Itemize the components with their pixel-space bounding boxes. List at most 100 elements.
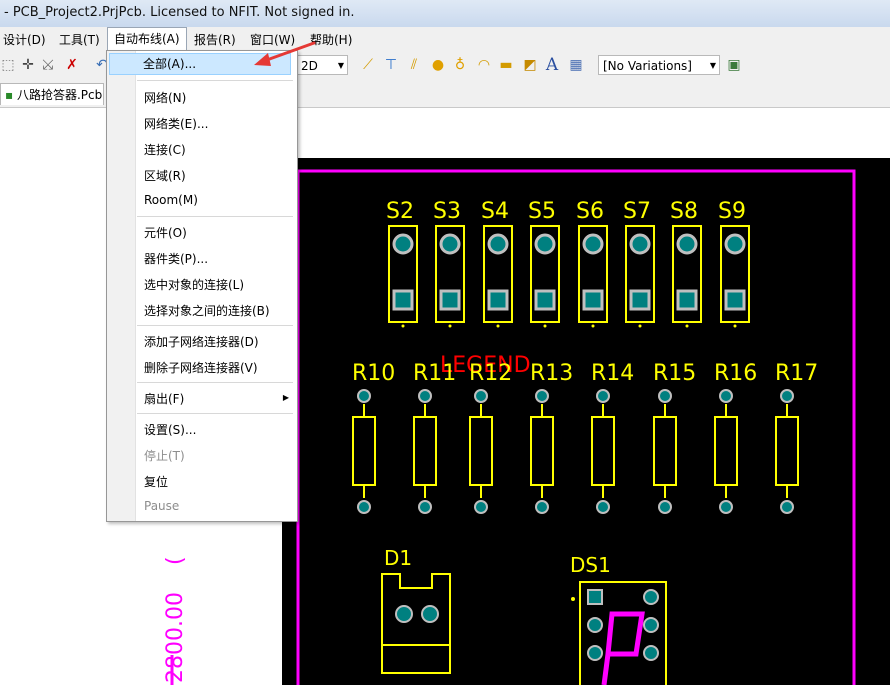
select-rect-icon[interactable]: ⬚: [0, 57, 16, 73]
switch-label: S5: [528, 199, 556, 224]
switch-label: S7: [623, 199, 651, 224]
menu-autoroute[interactable]: 自动布线(A): [107, 27, 187, 50]
menu-item-selected-connections[interactable]: 选中对象的连接(L): [144, 276, 244, 293]
resistor-label: R12: [469, 361, 512, 386]
diode-outline: [381, 573, 451, 674]
window-title: - PCB_Project2.PrjPcb. Licensed to NFIT.…: [4, 5, 355, 20]
tab-pcbdoc[interactable]: ▪ 八路抢答器.PcbDoc: [0, 83, 104, 105]
pcb-canvas: S2 S3 S4 S5 S6 S7 S8 S9 LEGEND R10 R11 R12 R13 R14 R…: [296, 169, 856, 688]
menu-item-room[interactable]: Room(M): [144, 193, 198, 207]
menu-design[interactable]: 设计(D): [3, 31, 46, 48]
switch-pad-square: [392, 289, 414, 311]
dimension-annotation: 2800.00 (: [163, 556, 188, 685]
resistor-label: R17: [775, 361, 818, 386]
switch-footprint: S2: [386, 199, 418, 328]
diff-pair-icon[interactable]: ⊤: [383, 57, 399, 73]
variations-select[interactable]: [No Variations] ▼: [598, 55, 720, 75]
switch-footprint: S9: [718, 199, 750, 328]
switch-pad: [439, 233, 461, 255]
dimension-value: 2800.00: [163, 592, 188, 683]
pin1-marker: [571, 597, 575, 601]
polygon-icon[interactable]: ◩: [522, 57, 538, 73]
switch-pad-square: [487, 289, 509, 311]
display-pad: [643, 645, 659, 661]
menu-item-component[interactable]: 元件(O): [144, 224, 187, 241]
resistor-pad: [357, 500, 371, 514]
interactive-route-icon[interactable]: ⟋: [360, 57, 376, 73]
annotation-arrow-icon: [254, 41, 316, 66]
menu-item-net[interactable]: 网络(N): [144, 89, 186, 106]
switch-pad-square: [676, 289, 698, 311]
resistor-pad: [658, 500, 672, 514]
pin1-marker: [496, 324, 500, 328]
switch-pad: [724, 233, 746, 255]
multi-route-icon[interactable]: ⫽: [406, 57, 422, 73]
switch-label: S8: [670, 199, 698, 224]
autoroute-dropdown: 全部(A)... 网络(N) 网络类(E)... 连接(C) 区域(R) Roo…: [106, 50, 298, 522]
menu-item-setup[interactable]: 设置(S)...: [144, 421, 196, 438]
menu-separator: [137, 325, 293, 326]
via-icon[interactable]: ♁: [452, 57, 468, 73]
menu-item-connection[interactable]: 连接(C): [144, 141, 186, 158]
resistor-footprint: R11: [413, 361, 456, 514]
arc-icon[interactable]: ◠: [476, 57, 492, 73]
menu-tools[interactable]: 工具(T): [59, 31, 100, 48]
menu-bar: 设计(D) 工具(T) 自动布线(A) 报告(R) 窗口(W) 帮助(H): [0, 27, 890, 52]
move-icon[interactable]: ✛: [20, 57, 36, 73]
resistor-pad: [719, 389, 733, 403]
diode-pad: [421, 605, 439, 623]
clear-icon[interactable]: ✗: [64, 57, 80, 73]
menu-item-net-class[interactable]: 网络类(E)...: [144, 115, 208, 132]
menu-separator: [137, 382, 293, 383]
component-icon[interactable]: ▦: [568, 57, 584, 73]
route-icon[interactable]: ⤩: [40, 57, 56, 73]
resistor-body: [469, 416, 493, 486]
resistor-pad: [596, 500, 610, 514]
resistor-footprint: R16: [714, 361, 757, 514]
resistor-pad: [418, 500, 432, 514]
resistor-footprint: R14: [591, 361, 634, 514]
switch-pad: [582, 233, 604, 255]
display-segments: [601, 611, 645, 686]
resistor-label: R15: [653, 361, 696, 386]
resistor-pad: [474, 500, 488, 514]
resistor-body: [413, 416, 437, 486]
switch-footprint: S4: [481, 199, 513, 328]
tab-label: 八路抢答器.PcbDoc: [16, 88, 103, 102]
submenu-arrow-icon: ▶: [282, 393, 289, 402]
string-icon[interactable]: A: [544, 57, 560, 74]
pcb-doc-icon: ▪: [5, 88, 14, 102]
menu-item-between-selected[interactable]: 选择对象之间的连接(B): [144, 302, 270, 319]
switch-pad-square: [724, 289, 746, 311]
resistor-pad: [780, 389, 794, 403]
menu-item-fanout[interactable]: 扇出(F): [144, 390, 184, 407]
fill-icon[interactable]: ▬: [498, 57, 514, 73]
switch-pad: [676, 233, 698, 255]
pcb-board[interactable]: S2 S3 S4 S5 S6 S7 S8 S9 LEGEND R10 R11 R12 R13 R14 R…: [282, 158, 890, 688]
menu-item-component-class[interactable]: 器件类(P)...: [144, 250, 208, 267]
pin1-marker: [733, 324, 737, 328]
resistor-label: R13: [530, 361, 573, 386]
menu-item-remove-subnet-jumper[interactable]: 删除子网络连接器(V): [144, 359, 258, 376]
switch-array: S2 S3 S4 S5 S6 S7 S8 S9: [386, 199, 750, 328]
switch-footprint: S5: [528, 199, 560, 328]
switch-label: S9: [718, 199, 746, 224]
resistor-label: R11: [413, 361, 456, 386]
resistor-footprint: R15: [653, 361, 696, 514]
board-icon[interactable]: ▣: [726, 57, 742, 73]
resistor-array: R10 R11 R12 R13 R14 R15 R16 R17: [352, 361, 818, 514]
pin1-marker: [638, 324, 642, 328]
switch-pad-square: [629, 289, 651, 311]
pin1-marker: [591, 324, 595, 328]
menu-item-reset[interactable]: 复位: [144, 473, 168, 490]
resistor-pad: [357, 389, 371, 403]
menu-reports[interactable]: 报告(R): [194, 31, 236, 48]
resistor-body: [653, 416, 677, 486]
menu-item-area[interactable]: 区域(R): [144, 167, 186, 184]
resistor-body: [591, 416, 615, 486]
resistor-pad: [418, 389, 432, 403]
switch-pad: [487, 233, 509, 255]
pad-icon[interactable]: ●: [430, 57, 446, 73]
menu-item-pause: Pause: [144, 499, 180, 513]
menu-item-add-subnet-jumper[interactable]: 添加子网络连接器(D): [144, 333, 259, 350]
